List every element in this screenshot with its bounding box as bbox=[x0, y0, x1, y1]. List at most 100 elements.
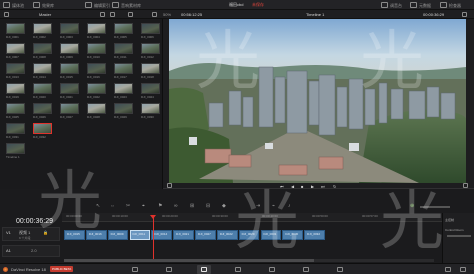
media-clip-thumbnail[interactable] bbox=[141, 63, 160, 74]
media-clip-thumbnail[interactable] bbox=[6, 63, 25, 74]
beta-badge: PUBLIC BETA bbox=[50, 266, 74, 272]
watermark: 光 bbox=[380, 185, 444, 259]
timeline-clip-label: DJI_0014 bbox=[154, 232, 168, 236]
search-icon[interactable] bbox=[152, 12, 157, 17]
media-clip-thumbnail[interactable] bbox=[33, 23, 52, 34]
media-clip-name: DJI_0031 bbox=[6, 135, 19, 139]
playhead[interactable] bbox=[153, 216, 154, 261]
metadata-icon bbox=[410, 2, 417, 8]
media-clip-thumbnail[interactable] bbox=[6, 103, 25, 114]
watermark: 光 bbox=[360, 25, 424, 99]
flag-icon[interactable]: ⚑ bbox=[158, 203, 162, 209]
media-clip-thumbnail[interactable] bbox=[6, 123, 25, 134]
effects-icon bbox=[33, 2, 40, 8]
fairlight-page-icon[interactable] bbox=[303, 267, 309, 272]
color-page-icon[interactable] bbox=[269, 267, 275, 272]
media-clip-thumbnail[interactable] bbox=[141, 23, 160, 34]
media-pool: DJI_0001 DJI_0002 DJI_0003 DJI_0004 DJI_0005… bbox=[0, 19, 163, 189]
media-clip-thumbnail[interactable] bbox=[114, 43, 133, 54]
timeline-clip[interactable]: DJI_0014 bbox=[151, 230, 173, 240]
zoom-level[interactable]: 50% bbox=[163, 12, 171, 17]
media-clip-thumbnail[interactable] bbox=[87, 83, 106, 94]
media-pool-icon bbox=[3, 2, 10, 8]
mixer-icon bbox=[381, 2, 388, 8]
media-clip-thumbnail[interactable] bbox=[33, 83, 52, 94]
media-clip-name: DJI_0019 bbox=[6, 95, 19, 99]
edit-page-icon bbox=[201, 267, 207, 272]
bin-name[interactable]: Master bbox=[39, 12, 51, 17]
ruler-label: 00:00:50:00 bbox=[312, 214, 328, 218]
list-view-icon[interactable] bbox=[110, 12, 115, 17]
media-clip-thumbnail[interactable] bbox=[33, 63, 52, 74]
media-clip-name: DJI_0004 bbox=[87, 35, 100, 39]
media-clip-thumbnail[interactable] bbox=[141, 103, 160, 114]
media-clip-thumbnail[interactable] bbox=[114, 63, 133, 74]
media-clip-thumbnail[interactable] bbox=[87, 103, 106, 114]
more-options-icon[interactable] bbox=[462, 12, 467, 17]
watermark: 光 bbox=[38, 165, 102, 239]
media-page-icon[interactable] bbox=[132, 267, 138, 272]
media-clip-name: DJI_0008 bbox=[33, 55, 46, 59]
media-clip-name: DJI_0025 bbox=[6, 115, 19, 119]
media-clip-thumbnail[interactable] bbox=[60, 83, 79, 94]
media-clip-thumbnail[interactable] bbox=[141, 83, 160, 94]
media-clip-thumbnail[interactable] bbox=[60, 63, 79, 74]
cut-page-icon[interactable] bbox=[166, 267, 172, 272]
audio-track-header[interactable]: A1 2.0 bbox=[2, 245, 60, 257]
overwrite-icon[interactable]: ⊞ bbox=[190, 203, 194, 209]
deliver-page-icon[interactable] bbox=[337, 267, 343, 272]
media-clip-thumbnail[interactable] bbox=[87, 43, 106, 54]
timeline-thumbnail[interactable] bbox=[6, 143, 25, 154]
save-status: 未保存 bbox=[252, 2, 264, 7]
insert-icon[interactable]: ⊟ bbox=[206, 203, 210, 209]
ruler-label: 00:00:57:00 bbox=[362, 214, 378, 218]
marker-icon[interactable]: ◆ bbox=[222, 203, 226, 209]
media-clip-thumbnail[interactable] bbox=[141, 43, 160, 54]
grid-view-icon[interactable] bbox=[100, 12, 105, 17]
timeline-clip[interactable]: DJI_0027 bbox=[195, 230, 216, 240]
timeline-clip[interactable]: DJI_0021 bbox=[173, 230, 194, 240]
playhead-head[interactable] bbox=[150, 215, 156, 219]
media-clip-name: DJI_0003 bbox=[60, 35, 73, 39]
media-clip-thumbnail[interactable] bbox=[60, 103, 79, 114]
media-clip-thumbnail[interactable] bbox=[6, 23, 25, 34]
timeline-clip-label: DJI_0009 bbox=[110, 232, 124, 236]
media-clip-name: DJI_0026 bbox=[33, 115, 46, 119]
timeline-clip[interactable]: DJI_0009 bbox=[107, 230, 129, 240]
timeline-clip[interactable]: DJI_0011 bbox=[129, 230, 151, 240]
app-name: DaVinci Resolve 18 bbox=[11, 267, 46, 272]
media-clip-thumbnail[interactable] bbox=[60, 23, 79, 34]
settings-icon[interactable] bbox=[460, 267, 466, 272]
trim-tool-icon[interactable]: ⇔ bbox=[110, 203, 115, 209]
edit-page-tab[interactable] bbox=[197, 265, 211, 274]
fusion-page-icon[interactable] bbox=[235, 267, 241, 272]
media-clip-thumbnail[interactable] bbox=[114, 23, 133, 34]
media-clip-thumbnail[interactable] bbox=[6, 43, 25, 54]
media-clip-thumbnail[interactable] bbox=[87, 63, 106, 74]
media-clip-name: DJI_0001 bbox=[6, 35, 19, 39]
media-clip-name: DJI_0022 bbox=[87, 95, 100, 99]
ruler-label: 00:00:10:00 bbox=[112, 214, 128, 218]
media-clip-thumbnail[interactable] bbox=[114, 83, 133, 94]
media-clip-thumbnail[interactable] bbox=[33, 43, 52, 54]
media-clip-thumbnail[interactable] bbox=[60, 43, 79, 54]
media-clip-thumbnail[interactable] bbox=[87, 23, 106, 34]
media-clip-thumbnail[interactable] bbox=[114, 103, 133, 114]
timeline-scrollbar[interactable] bbox=[64, 259, 434, 262]
track-clip-count: 9 个片段 bbox=[19, 236, 31, 240]
snap-icon[interactable]: ⌖ bbox=[142, 203, 145, 209]
home-icon[interactable] bbox=[445, 267, 451, 272]
media-clip-thumbnail[interactable] bbox=[33, 123, 52, 134]
right-panel: 主控制 Control Room bbox=[442, 213, 474, 263]
timeline-clip[interactable]: DJI_0032 bbox=[304, 230, 325, 240]
media-clip-name: DJI_0011 bbox=[114, 55, 127, 59]
bin-list-icon[interactable] bbox=[4, 12, 9, 17]
timeline-selector[interactable]: Timeline 1 bbox=[306, 12, 324, 17]
sort-icon[interactable] bbox=[128, 12, 133, 17]
blade-tool-icon[interactable]: ✂ bbox=[126, 203, 130, 209]
media-clip-thumbnail[interactable] bbox=[33, 103, 52, 114]
media-clip-thumbnail[interactable] bbox=[6, 83, 25, 94]
scrollbar-thumb[interactable] bbox=[64, 259, 314, 262]
media-clip-name: DJI_0028 bbox=[87, 115, 100, 119]
link-icon[interactable]: ∞ bbox=[174, 203, 178, 209]
